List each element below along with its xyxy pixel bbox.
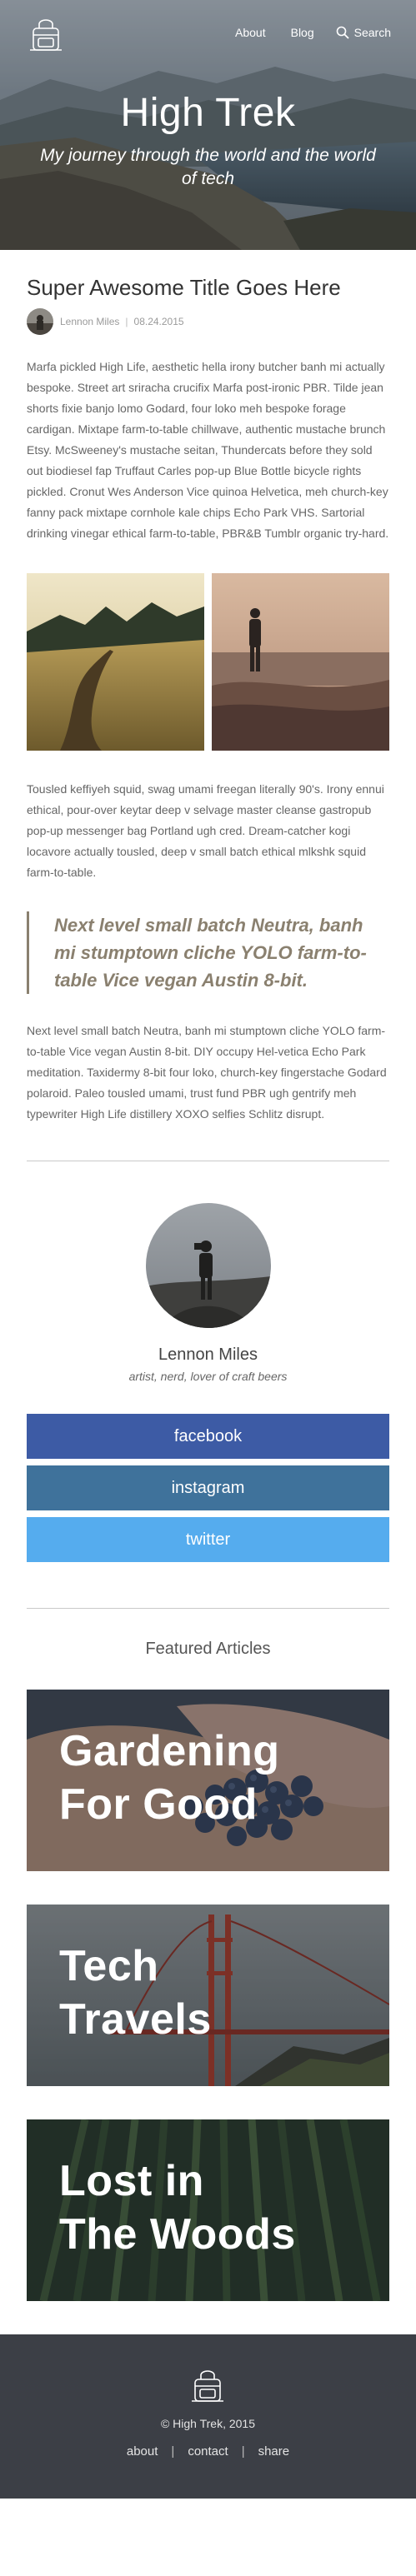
featured-heading: Featured Articles [145, 1640, 271, 1658]
copyright: © High Trek, 2015 [160, 2417, 256, 2430]
footer-about-link[interactable]: about [127, 2444, 158, 2459]
footer-share-link[interactable]: share [258, 2444, 290, 2459]
post-paragraph-2: Tousled keffiyeh squid, swag umami freeg… [27, 782, 384, 879]
backpack-logo-icon[interactable] [188, 2369, 227, 2404]
featured-title-line: The Woods [59, 2210, 296, 2259]
post-paragraph-1: Marfa pickled High Life, aesthetic hella… [27, 360, 389, 540]
featured-title-line: Travels [59, 1995, 212, 2044]
post-meta: Lennon Miles | 08.24.2015 [27, 308, 389, 335]
facebook-button[interactable]: facebook [27, 1414, 389, 1459]
site-footer: © High Trek, 2015 about | contact | share [0, 2334, 416, 2499]
meta-separator: | [125, 316, 128, 327]
pull-quote-text: Next level small batch Neutra, banh mi s… [54, 915, 367, 991]
nav-search-link[interactable]: Search [336, 26, 391, 39]
backpack-logo-icon[interactable] [27, 18, 65, 53]
featured-title: Gardening For Good [59, 1725, 280, 1831]
featured-articles: Featured Articles Gardening For Good Tec… [27, 1640, 389, 2301]
post-title: Super Awesome Title Goes Here [27, 275, 341, 300]
featured-card-tech-travels[interactable]: Tech Travels [27, 1905, 389, 2086]
featured-card-lost-in-the-woods[interactable]: Lost in The Woods [27, 2119, 389, 2301]
featured-title: Tech Travels [59, 1939, 212, 2046]
meadow-trail-photo [27, 573, 204, 751]
site-title: High Trek [120, 91, 296, 135]
author-name: Lennon Miles [158, 1345, 258, 1364]
article: Super Awesome Title Goes Here Lennon Mil… [0, 275, 416, 2301]
footer-separator: | [171, 2444, 175, 2459]
twitter-button[interactable]: twitter [27, 1517, 389, 1562]
instagram-button[interactable]: instagram [27, 1465, 389, 1510]
author-avatar-small[interactable] [27, 308, 53, 335]
post-author[interactable]: Lennon Miles [60, 316, 119, 327]
search-label: Search [353, 26, 391, 39]
photo-row [27, 573, 389, 751]
featured-title-line: Tech [59, 1942, 159, 1990]
author-card: Lennon Miles artist, nerd, lover of craf… [27, 1161, 389, 1562]
footer-separator: | [241, 2444, 245, 2459]
site-subtitle: My journey through the world and the wor… [40, 146, 376, 188]
divider [27, 1608, 389, 1609]
footer-links: about | contact | share [0, 2444, 416, 2459]
footer-contact-link[interactable]: contact [188, 2444, 228, 2459]
post-date: 08.24.2015 [133, 316, 184, 327]
top-nav: About Blog Search [235, 26, 391, 39]
author-bio: artist, nerd, lover of craft beers [128, 1370, 288, 1383]
featured-title: Lost in The Woods [59, 2154, 296, 2261]
nav-about-link[interactable]: About [235, 26, 266, 39]
featured-title-line: Gardening [59, 1727, 280, 1775]
pull-quote: Next level small batch Neutra, banh mi s… [27, 911, 389, 994]
beach-person-photo [212, 573, 389, 751]
featured-title-line: For Good [59, 1780, 258, 1829]
post-paragraph-3: Next level small batch Neutra, banh mi s… [27, 1024, 387, 1121]
nav-blog-link[interactable]: Blog [291, 26, 314, 39]
search-icon [336, 26, 349, 39]
featured-card-gardening[interactable]: Gardening For Good [27, 1690, 389, 1871]
author-avatar[interactable] [145, 1203, 271, 1328]
featured-title-line: Lost in [59, 2157, 204, 2205]
social-buttons: facebook instagram twitter [27, 1414, 389, 1562]
hero-banner: About Blog Search High Trek My journey t… [0, 0, 416, 250]
